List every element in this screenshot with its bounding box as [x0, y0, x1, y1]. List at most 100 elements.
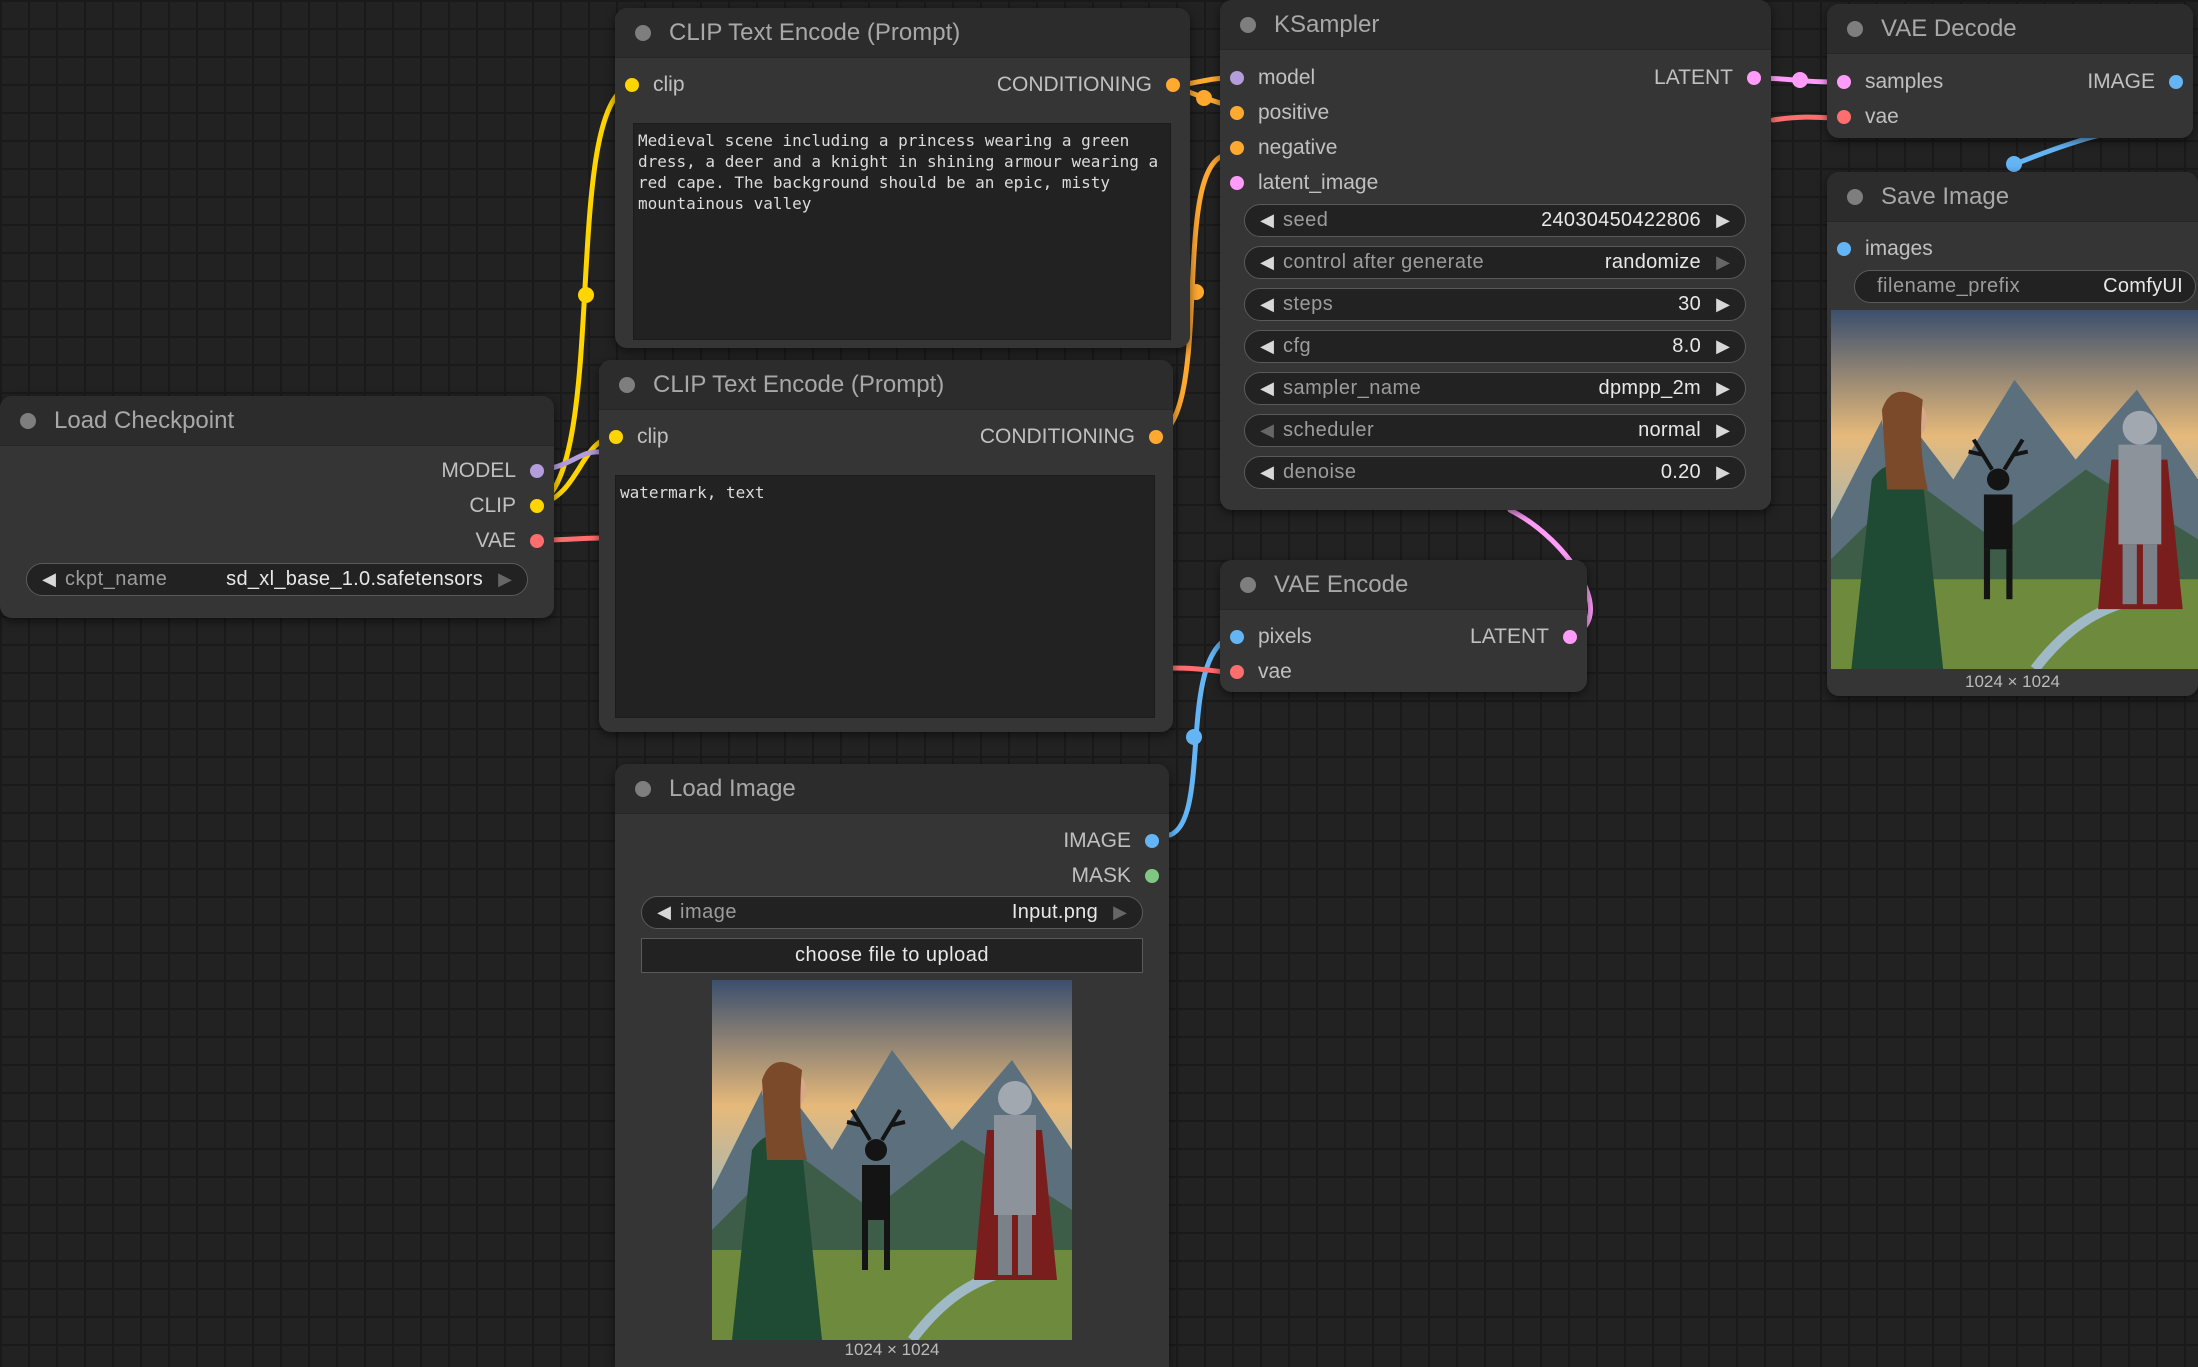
collapse-dot-icon[interactable]: [1847, 188, 1863, 205]
steps-widget[interactable]: ◀ steps 30 ▶: [1244, 288, 1746, 321]
input-samples[interactable]: samples: [1827, 67, 1943, 97]
sampler-name-widget[interactable]: ◀ sampler_name dpmpp_2m ▶: [1244, 372, 1746, 405]
reroute-dot[interactable]: [578, 287, 594, 303]
input-vae[interactable]: vae: [1827, 102, 1899, 132]
vae-pin-icon[interactable]: [1837, 110, 1851, 124]
image-combo[interactable]: ◀ image Input.png ▶: [641, 896, 1143, 929]
clip-pin-icon[interactable]: [625, 78, 639, 92]
arrow-left-icon[interactable]: ◀: [1257, 462, 1277, 483]
image-pin-icon[interactable]: [1837, 242, 1851, 256]
prompt-textarea[interactable]: Medieval scene including a princess wear…: [633, 123, 1171, 340]
arrow-right-icon[interactable]: ▶: [1713, 462, 1733, 483]
latent-pin-icon[interactable]: [1747, 71, 1761, 85]
input-latent-image[interactable]: latent_image: [1220, 168, 1378, 198]
clip-pin-icon[interactable]: [609, 430, 623, 444]
node-title[interactable]: VAE Encode: [1220, 560, 1587, 610]
reroute-dot[interactable]: [1186, 729, 1202, 745]
input-positive[interactable]: positive: [1220, 98, 1329, 128]
input-vae[interactable]: vae: [1220, 657, 1292, 687]
cfg-widget[interactable]: ◀ cfg 8.0 ▶: [1244, 330, 1746, 363]
node-load-checkpoint[interactable]: Load Checkpoint MODEL CLIP VAE ◀ ckpt_na…: [0, 396, 554, 618]
arrow-right-icon[interactable]: ▶: [1713, 378, 1733, 399]
arrow-left-icon[interactable]: ◀: [654, 902, 674, 923]
arrow-left-icon[interactable]: ◀: [1257, 294, 1277, 315]
collapse-dot-icon[interactable]: [619, 376, 635, 393]
node-clip-text-encode-negative[interactable]: CLIP Text Encode (Prompt) clip CONDITION…: [599, 360, 1173, 732]
arrow-left-icon[interactable]: ◀: [1257, 210, 1277, 231]
wire-vae-encode[interactable]: [1167, 665, 1228, 675]
node-title[interactable]: Load Image: [615, 764, 1169, 814]
reroute-dot[interactable]: [2006, 156, 2022, 172]
conditioning-pin-icon[interactable]: [1230, 141, 1244, 155]
vae-pin-icon[interactable]: [530, 534, 544, 548]
ckpt-name-combo[interactable]: ◀ ckpt_name sd_xl_base_1.0.safetensors ▶: [26, 563, 528, 596]
node-title[interactable]: Save Image: [1827, 172, 2198, 222]
vae-pin-icon[interactable]: [1230, 665, 1244, 679]
image-pin-icon[interactable]: [1145, 834, 1159, 848]
output-latent[interactable]: LATENT: [1470, 622, 1587, 652]
wire-vae-decode[interactable]: [1770, 114, 1835, 123]
node-ksampler[interactable]: KSampler model LATENT positive negative …: [1220, 0, 1771, 510]
arrow-right-icon[interactable]: ▶: [1713, 210, 1733, 231]
arrow-right-icon[interactable]: ▶: [1713, 420, 1733, 441]
node-title[interactable]: CLIP Text Encode (Prompt): [599, 360, 1173, 410]
collapse-dot-icon[interactable]: [1240, 16, 1256, 33]
reroute-dot[interactable]: [1792, 72, 1808, 88]
input-image-preview[interactable]: [712, 980, 1072, 1340]
conditioning-pin-icon[interactable]: [1149, 430, 1163, 444]
seed-widget[interactable]: ◀ seed 24030450422806 ▶: [1244, 204, 1746, 237]
arrow-right-icon[interactable]: ▶: [1713, 336, 1733, 357]
node-title[interactable]: KSampler: [1220, 0, 1771, 50]
node-load-image[interactable]: Load Image IMAGE MASK ◀ image Input.png …: [615, 764, 1169, 1367]
collapse-dot-icon[interactable]: [635, 780, 651, 797]
node-title[interactable]: VAE Decode: [1827, 4, 2193, 54]
latent-pin-icon[interactable]: [1563, 630, 1577, 644]
input-pixels[interactable]: pixels: [1220, 622, 1312, 652]
collapse-dot-icon[interactable]: [635, 24, 651, 41]
clip-pin-icon[interactable]: [530, 499, 544, 513]
reroute-dot[interactable]: [1188, 284, 1204, 300]
input-clip[interactable]: clip: [615, 70, 685, 100]
arrow-left-icon[interactable]: ◀: [39, 569, 59, 590]
choose-file-button[interactable]: choose file to upload: [641, 938, 1143, 973]
output-image[interactable]: IMAGE: [2087, 67, 2193, 97]
output-latent[interactable]: LATENT: [1654, 63, 1771, 93]
control-after-generate-widget[interactable]: ◀ control after generate randomize ▶: [1244, 246, 1746, 279]
reroute-dot[interactable]: [1196, 90, 1212, 106]
arrow-left-icon[interactable]: ◀: [1257, 420, 1277, 441]
node-title[interactable]: CLIP Text Encode (Prompt): [615, 8, 1190, 58]
node-save-image[interactable]: Save Image images filename_prefix ComfyU…: [1827, 172, 2198, 696]
denoise-widget[interactable]: ◀ denoise 0.20 ▶: [1244, 456, 1746, 489]
node-vae-encode[interactable]: VAE Encode pixels LATENT vae: [1220, 560, 1587, 692]
output-clip[interactable]: CLIP: [469, 491, 554, 521]
arrow-left-icon[interactable]: ◀: [1257, 252, 1277, 273]
input-clip[interactable]: clip: [599, 422, 669, 452]
arrow-right-icon[interactable]: ▶: [1110, 902, 1130, 923]
arrow-right-icon[interactable]: ▶: [495, 569, 515, 590]
latent-pin-icon[interactable]: [1837, 75, 1851, 89]
arrow-right-icon[interactable]: ▶: [1713, 294, 1733, 315]
model-pin-icon[interactable]: [1230, 71, 1244, 85]
node-vae-decode[interactable]: VAE Decode samples IMAGE vae: [1827, 4, 2193, 138]
output-conditioning[interactable]: CONDITIONING: [980, 422, 1173, 452]
image-pin-icon[interactable]: [2169, 75, 2183, 89]
mask-pin-icon[interactable]: [1145, 869, 1159, 883]
input-images[interactable]: images: [1827, 234, 1933, 264]
collapse-dot-icon[interactable]: [1240, 576, 1256, 593]
arrow-left-icon[interactable]: ◀: [1257, 336, 1277, 357]
node-title[interactable]: Load Checkpoint: [0, 396, 554, 446]
collapse-dot-icon[interactable]: [20, 412, 36, 429]
model-pin-icon[interactable]: [530, 464, 544, 478]
scheduler-widget[interactable]: ◀ scheduler normal ▶: [1244, 414, 1746, 447]
output-mask[interactable]: MASK: [1071, 861, 1169, 891]
arrow-left-icon[interactable]: ◀: [1257, 378, 1277, 399]
output-image-preview[interactable]: [1831, 310, 2198, 669]
wire-image-save[interactable]: [2007, 132, 2103, 169]
conditioning-pin-icon[interactable]: [1230, 106, 1244, 120]
conditioning-pin-icon[interactable]: [1166, 78, 1180, 92]
arrow-right-icon[interactable]: ▶: [1713, 252, 1733, 273]
output-vae[interactable]: VAE: [476, 526, 554, 556]
output-conditioning[interactable]: CONDITIONING: [997, 70, 1190, 100]
output-image[interactable]: IMAGE: [1063, 826, 1169, 856]
image-pin-icon[interactable]: [1230, 630, 1244, 644]
